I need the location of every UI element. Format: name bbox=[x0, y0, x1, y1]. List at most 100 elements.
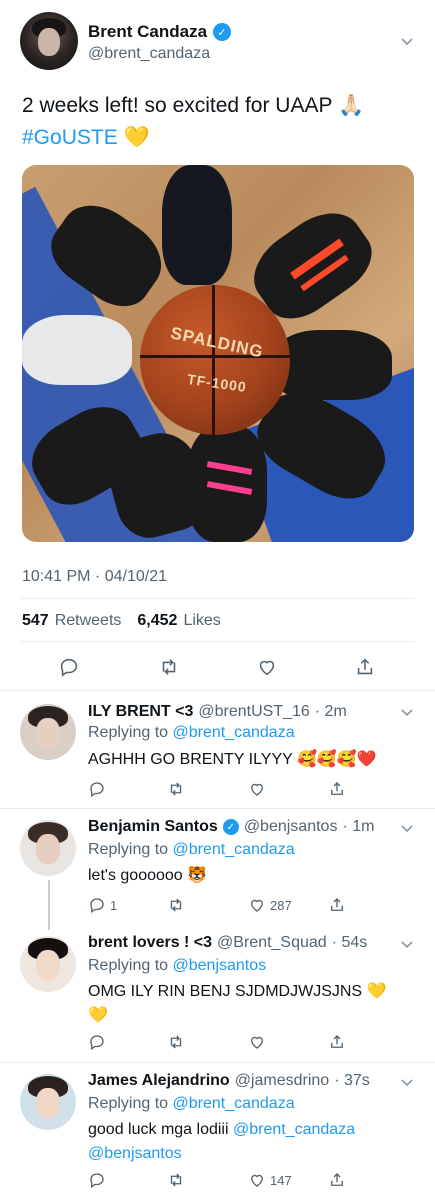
like-icon[interactable] bbox=[248, 780, 266, 798]
reply-author[interactable]: ILY BRENT <3 @brentUST_16 · 2m bbox=[88, 703, 347, 721]
yellow-heart-emoji: 💛 bbox=[123, 126, 150, 149]
reply-icon[interactable] bbox=[88, 1033, 106, 1051]
reply-author-handle: @jamesdrino bbox=[234, 1072, 330, 1089]
reply-emojis: 🥰🥰🥰❤️ bbox=[296, 751, 377, 768]
retweets-count[interactable]: 547 bbox=[22, 612, 49, 630]
chevron-down-icon[interactable] bbox=[399, 820, 415, 836]
reply-author[interactable]: brent lovers ! <3 @Brent_Squad · 54s bbox=[88, 934, 367, 952]
pray-emoji: 🙏🏻 bbox=[337, 94, 365, 117]
ball-model: TF-1000 bbox=[186, 370, 248, 396]
divider bbox=[20, 641, 415, 642]
basketball: SPALDING TF-1000 bbox=[140, 285, 290, 435]
divider bbox=[20, 598, 415, 599]
likes-label[interactable]: Likes bbox=[183, 612, 220, 630]
like-count: 147 bbox=[270, 1173, 292, 1188]
reply-icon[interactable] bbox=[88, 1171, 106, 1189]
verified-badge-icon: ✓ bbox=[222, 819, 239, 835]
share-icon[interactable] bbox=[328, 1171, 346, 1189]
retweet-icon[interactable] bbox=[167, 1033, 185, 1051]
author-name[interactable]: Brent Candaza ✓ bbox=[88, 22, 232, 42]
reply-text: let's goooooo 🐯 bbox=[88, 864, 207, 888]
reply-text-body: OMG ILY RIN BENJ SJDMDJWJSJNS bbox=[88, 983, 363, 1000]
share-icon[interactable] bbox=[328, 1033, 346, 1051]
reply-icon[interactable] bbox=[88, 780, 106, 798]
retweet-icon[interactable] bbox=[158, 656, 180, 678]
reply-time: · 2m bbox=[314, 703, 347, 720]
reply-author-name: Benjamin Santos bbox=[88, 818, 218, 835]
reply-author[interactable]: Benjamin Santos ✓ @benjsantos · 1m bbox=[88, 818, 374, 836]
reply-text: OMG ILY RIN BENJ SJDMDJWJSJNS 💛 💛 bbox=[88, 980, 408, 1028]
retweets-label[interactable]: Retweets bbox=[55, 612, 122, 630]
reply-text: AGHHH GO BRENTY ILYYY 🥰🥰🥰❤️ bbox=[88, 748, 377, 772]
replying-to-label: Replying to bbox=[88, 957, 169, 974]
divider bbox=[0, 808, 435, 809]
shoe bbox=[187, 425, 267, 542]
replying-to: Replying to @brent_candaza bbox=[88, 1095, 295, 1113]
replying-to-label: Replying to bbox=[88, 1095, 169, 1112]
replying-to-handle[interactable]: @brent_candaza bbox=[173, 1095, 295, 1112]
mention-link[interactable]: @brent_candaza bbox=[233, 1121, 355, 1138]
reply-author[interactable]: James Alejandrino @jamesdrino · 37s bbox=[88, 1072, 370, 1090]
retweet-icon[interactable] bbox=[167, 896, 185, 914]
reply-author-handle: @Brent_Squad bbox=[217, 934, 327, 951]
chevron-down-icon[interactable] bbox=[399, 704, 415, 720]
replying-to-handle[interactable]: @benjsantos bbox=[173, 957, 267, 974]
replying-to: Replying to @brent_candaza bbox=[88, 724, 295, 742]
reply-text-body: AGHHH GO BRENTY ILYYY bbox=[88, 751, 293, 768]
hashtag-link[interactable]: #GoUSTE bbox=[22, 126, 118, 149]
like-count: 287 bbox=[270, 898, 292, 913]
mention-link[interactable]: @benjsantos bbox=[88, 1145, 182, 1162]
reply-time: · 1m bbox=[342, 818, 375, 835]
author-handle[interactable]: @brent_candaza bbox=[88, 45, 210, 63]
reply-author-name: James Alejandrino bbox=[88, 1072, 230, 1089]
reply-time: · 54s bbox=[331, 934, 368, 951]
author-avatar[interactable] bbox=[20, 12, 78, 70]
reply-text-body: let's goooooo bbox=[88, 867, 183, 884]
chevron-down-icon[interactable] bbox=[399, 1074, 415, 1090]
reply-avatar[interactable] bbox=[20, 820, 76, 876]
replying-to-handle[interactable]: @brent_candaza bbox=[173, 724, 295, 741]
chevron-down-icon[interactable] bbox=[399, 936, 415, 952]
reply-emojis-line2: 💛 bbox=[88, 1007, 108, 1024]
reply-text-body: good luck mga lodiii bbox=[88, 1121, 229, 1138]
reply-icon[interactable] bbox=[58, 656, 80, 678]
reply-avatar[interactable] bbox=[20, 936, 76, 992]
like-icon[interactable] bbox=[248, 1033, 266, 1051]
retweet-icon[interactable] bbox=[167, 1171, 185, 1189]
tweet-text-line: 2 weeks left! so excited for UAAP bbox=[22, 94, 333, 117]
tweet-timestamp[interactable]: 10:41 PM · 04/10/21 bbox=[22, 568, 167, 586]
like-icon[interactable] bbox=[248, 1171, 266, 1189]
chevron-down-icon[interactable] bbox=[399, 33, 415, 49]
share-icon[interactable] bbox=[354, 656, 376, 678]
tweet-photo[interactable]: SPALDING TF-1000 bbox=[22, 165, 414, 542]
share-icon[interactable] bbox=[328, 780, 346, 798]
verified-badge-icon: ✓ bbox=[213, 23, 232, 41]
replying-to-label: Replying to bbox=[88, 724, 169, 741]
divider bbox=[0, 1062, 435, 1063]
thread-line bbox=[48, 880, 50, 930]
replying-to-handle[interactable]: @brent_candaza bbox=[173, 841, 295, 858]
shoe bbox=[22, 315, 132, 385]
reply-author-handle: @benjsantos bbox=[243, 818, 338, 835]
reply-avatar[interactable] bbox=[20, 1074, 76, 1130]
likes-count[interactable]: 6,452 bbox=[137, 612, 177, 630]
reply-text: good luck mga lodiii @brent_candaza @ben… bbox=[88, 1118, 408, 1166]
reply-author-name: ILY BRENT <3 bbox=[88, 703, 194, 720]
shoe bbox=[272, 330, 392, 400]
reply-icon[interactable] bbox=[88, 896, 106, 914]
like-icon[interactable] bbox=[256, 656, 278, 678]
reply-emojis: 🐯 bbox=[187, 867, 208, 884]
reply-author-handle: @brentUST_16 bbox=[198, 703, 310, 720]
reply-author-name: brent lovers ! <3 bbox=[88, 934, 213, 951]
shoe bbox=[162, 165, 232, 285]
reply-emojis: 💛 bbox=[366, 983, 387, 1000]
share-icon[interactable] bbox=[328, 896, 346, 914]
replying-to-label: Replying to bbox=[88, 841, 169, 858]
reply-avatar[interactable] bbox=[20, 704, 76, 760]
tweet-actions bbox=[0, 652, 435, 682]
like-icon[interactable] bbox=[248, 896, 266, 914]
tweet-text: 2 weeks left! so excited for UAAP 🙏🏻 #Go… bbox=[22, 90, 417, 154]
reply-count: 1 bbox=[110, 898, 118, 913]
retweet-icon[interactable] bbox=[167, 780, 185, 798]
replying-to: Replying to @benjsantos bbox=[88, 957, 266, 975]
